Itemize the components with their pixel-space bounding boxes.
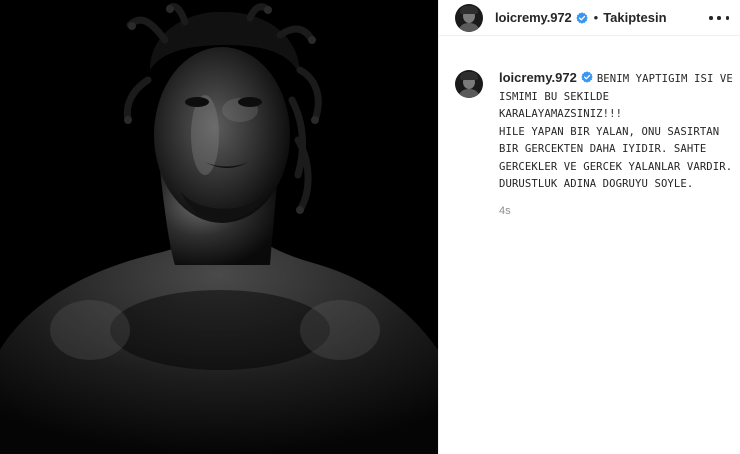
follow-status-button[interactable]: Takiptesin (603, 10, 666, 25)
post-sidebar: loicremy.972 • Takiptesin loicremy.972 B… (438, 0, 740, 454)
verified-badge-icon (581, 71, 593, 83)
post-photo[interactable] (0, 0, 438, 454)
caption-comment: loicremy.972 BENIM YAPTIGIM ISI VE ISMIM… (455, 70, 735, 217)
caption-text-block: loicremy.972 BENIM YAPTIGIM ISI VE ISMIM… (499, 70, 735, 193)
separator-dot: • (593, 10, 599, 25)
caption-avatar[interactable] (455, 70, 483, 98)
username-link[interactable]: loicremy.972 (495, 10, 572, 25)
more-horizontal-icon[interactable] (709, 10, 729, 26)
avatar[interactable] (455, 3, 483, 32)
post-header: loicremy.972 • Takiptesin (439, 0, 740, 36)
instagram-post: loicremy.972 • Takiptesin loicremy.972 B… (0, 0, 740, 454)
caption-username-link[interactable]: loicremy.972 (499, 70, 577, 85)
portrait-photo (0, 0, 438, 454)
verified-badge-icon (575, 11, 588, 24)
post-timestamp[interactable]: 4s (499, 205, 735, 217)
caption-text: BENIM YAPTIGIM ISI VE ISMIMI BU SEKILDE … (499, 73, 733, 190)
